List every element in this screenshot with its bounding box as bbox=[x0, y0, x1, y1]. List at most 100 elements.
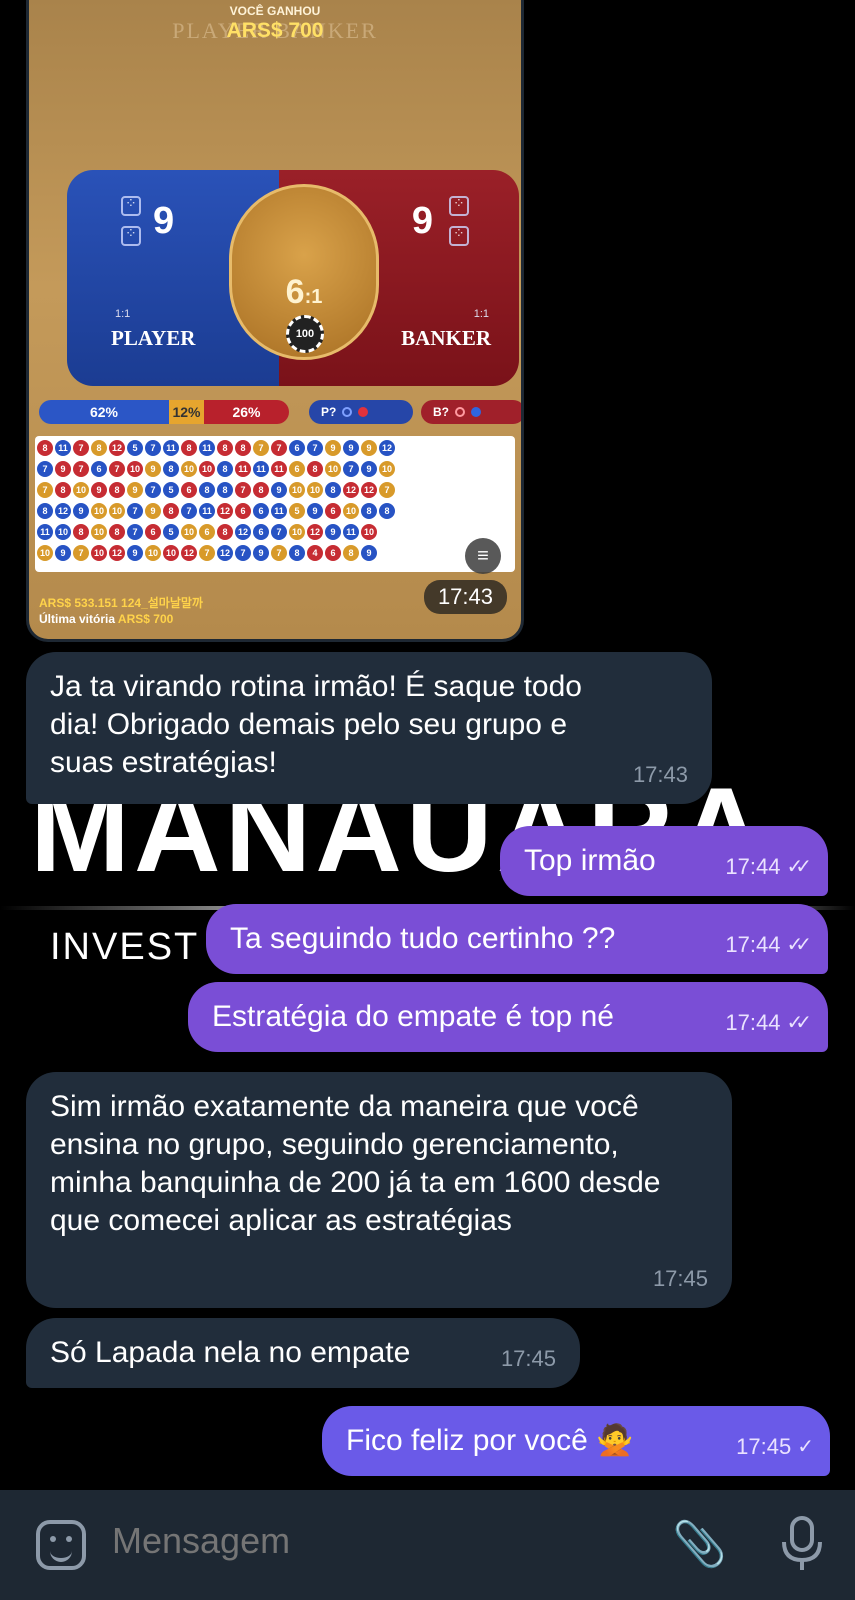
roadmap-bead: 8 bbox=[379, 503, 395, 519]
roadmap-bead: 12 bbox=[109, 545, 125, 561]
check-icon: ✓ bbox=[797, 1436, 814, 1458]
menu-icon[interactable]: ≡ bbox=[465, 538, 501, 574]
roadmap-bead: 9 bbox=[253, 545, 269, 561]
message-time: 17:43 bbox=[423, 580, 507, 614]
roadmap-bead: 6 bbox=[325, 503, 341, 519]
roadmap-bead: 10 bbox=[145, 545, 161, 561]
roadmap-bead: 7 bbox=[73, 440, 89, 456]
roadmap-bead: 11 bbox=[343, 524, 359, 540]
roadmap-bead: 7 bbox=[145, 440, 161, 456]
message-bubble-incoming[interactable]: Sim irmão exatamente da maneira que você… bbox=[26, 1072, 732, 1308]
roadmap-bead: 12 bbox=[217, 503, 233, 519]
microphone-icon[interactable] bbox=[778, 1514, 826, 1574]
roadmap-bead: 8 bbox=[37, 440, 53, 456]
roadmap-bead: 8 bbox=[37, 503, 53, 519]
message-bubble-incoming[interactable]: Só Lapada nela no empate 17:45 bbox=[26, 1318, 580, 1388]
roadmap-empty-cell bbox=[451, 524, 469, 545]
message-meta: 17:44 ✓✓ bbox=[725, 1004, 811, 1042]
balance-text: ARS$ 533.151 124_설마날말까 bbox=[39, 596, 203, 610]
roadmap-bead: 11 bbox=[199, 440, 215, 456]
roadmap-bead: 6 bbox=[145, 524, 161, 540]
player-score: 9 bbox=[153, 200, 175, 242]
roadmap-bead: 8 bbox=[217, 482, 233, 498]
attach-icon[interactable]: 📎 bbox=[672, 1518, 727, 1570]
roadmap-bead: 11 bbox=[253, 461, 269, 477]
roadmap-bead: 7 bbox=[343, 461, 359, 477]
dice-icon bbox=[449, 195, 469, 216]
message-time: 17:43 bbox=[632, 762, 688, 787]
roadmap-bead: 4 bbox=[307, 545, 323, 561]
roadmap-empty-cell bbox=[451, 440, 469, 461]
roadmap-bead: 10 bbox=[73, 482, 89, 498]
roadmap-empty-cell bbox=[451, 461, 469, 482]
roadmap-bead: 11 bbox=[163, 440, 179, 456]
roadmap-bead: 9 bbox=[145, 461, 161, 477]
roadmap-bead: 9 bbox=[91, 482, 107, 498]
message-bubble-outgoing[interactable]: Ta seguindo tudo certinho ?? 17:44 ✓✓ bbox=[206, 904, 828, 974]
roadmap-bead: 10 bbox=[127, 461, 143, 477]
banker-prediction: B? bbox=[421, 400, 521, 424]
sticker-emoji-icon[interactable] bbox=[36, 1520, 86, 1570]
roadmap-bead: 10 bbox=[91, 545, 107, 561]
baccarat-table: 9 1:1 PLAYER 9 1:1 BANKER 6:1 100 bbox=[67, 170, 519, 386]
roadmap-bead: 9 bbox=[55, 461, 71, 477]
roadmap-bead: 8 bbox=[217, 440, 233, 456]
banker-odds: 1:1 bbox=[473, 308, 489, 320]
roadmap-bead: 8 bbox=[289, 545, 305, 561]
player-odds: 1:1 bbox=[115, 308, 131, 320]
roadmap-bead: 8 bbox=[55, 482, 71, 498]
roadmap-bead: 7 bbox=[37, 482, 53, 498]
roadmap-bead: 12 bbox=[109, 440, 125, 456]
roadmap-bead: 7 bbox=[109, 461, 125, 477]
roadmap-empty-cell bbox=[433, 503, 451, 524]
roadmap-bead: 10 bbox=[163, 545, 179, 561]
roadmap-bead: 8 bbox=[109, 524, 125, 540]
roadmap-bead: 6 bbox=[181, 482, 197, 498]
roadmap-bead: 11 bbox=[37, 524, 53, 540]
roadmap-bead: 7 bbox=[127, 503, 143, 519]
message-bubble-outgoing[interactable]: Top irmão 17:44 ✓✓ bbox=[500, 826, 828, 896]
roadmap-empty-cell bbox=[451, 503, 469, 524]
roadmap-bead: 6 bbox=[91, 461, 107, 477]
message-bubble-outgoing[interactable]: Estratégia do empate é top né 17:44 ✓✓ bbox=[188, 982, 828, 1052]
roadmap-bead: 9 bbox=[55, 545, 71, 561]
message-input[interactable] bbox=[112, 1520, 612, 1562]
double-check-icon: ✓✓ bbox=[786, 934, 811, 956]
roadmap-empty-cell bbox=[415, 440, 433, 461]
bead-road: 8 11 7 8 12 5 7 11 8 11 8 8 7 7 6 7 9 9 9 12 7 9 7 6 7 10 9 8 10 10 8 1… bbox=[35, 436, 515, 572]
message-time: 17:45 bbox=[736, 1434, 792, 1459]
roadmap-bead: 10 bbox=[37, 545, 53, 561]
roadmap-empty-cell bbox=[397, 545, 415, 566]
roadmap-bead: 10 bbox=[181, 524, 197, 540]
roadmap-empty-cell bbox=[397, 503, 415, 524]
roadmap-bead: 11 bbox=[55, 440, 71, 456]
roadmap-empty-cell bbox=[415, 482, 433, 503]
roadmap-empty-cell bbox=[379, 545, 397, 566]
stats-row: 62% 12% 26% P? B? bbox=[39, 400, 521, 424]
message-time: 17:44 bbox=[725, 1010, 781, 1035]
roadmap-bead: 6 bbox=[253, 524, 269, 540]
roadmap-empty-cell bbox=[415, 461, 433, 482]
message-bubble-incoming[interactable]: Ja ta virando rotina irmão! É saque todo… bbox=[26, 652, 712, 804]
photo-message[interactable]: PLAYER BANKER VOCÊ GANHOU ARS$ 700 9 1:1… bbox=[26, 0, 524, 642]
player-label: PLAYER bbox=[111, 326, 196, 350]
message-text: Estratégia do empate é top né bbox=[212, 1000, 614, 1033]
roadmap-bead: 9 bbox=[73, 503, 89, 519]
roadmap-bead: 7 bbox=[271, 545, 287, 561]
roadmap-bead: 8 bbox=[73, 524, 89, 540]
message-text: Só Lapada nela no empate bbox=[50, 1336, 411, 1369]
roadmap-bead: 8 bbox=[181, 440, 197, 456]
roadmap-empty-cell bbox=[469, 440, 487, 461]
roadmap-bead: 12 bbox=[181, 545, 197, 561]
roadmap-bead: 10 bbox=[199, 461, 215, 477]
roadmap-empty-cell bbox=[451, 482, 469, 503]
roadmap-bead: 5 bbox=[163, 524, 179, 540]
roadmap-empty-cell bbox=[415, 524, 433, 545]
roadmap-bead: 9 bbox=[127, 482, 143, 498]
chip-icon: 100 bbox=[286, 315, 324, 353]
roadmap-bead: 10 bbox=[307, 482, 323, 498]
message-bubble-outgoing[interactable]: Fico feliz por você 🙅 17:45 ✓ bbox=[322, 1406, 830, 1476]
roadmap-bead: 7 bbox=[235, 545, 251, 561]
roadmap-empty-cell bbox=[397, 482, 415, 503]
win-banner: PLAYER BANKER VOCÊ GANHOU ARS$ 700 bbox=[29, 4, 521, 43]
